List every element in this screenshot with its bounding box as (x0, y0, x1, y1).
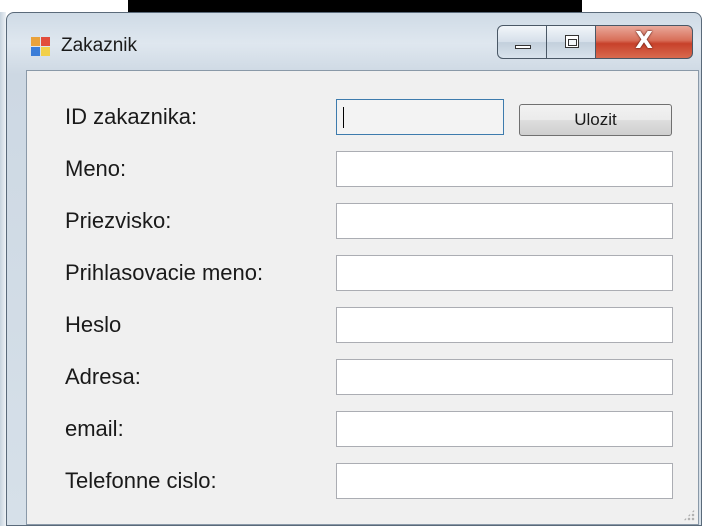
app-form-icon[interactable] (31, 37, 51, 57)
minimize-icon (515, 45, 531, 49)
heslo-field[interactable] (336, 307, 673, 343)
priezvisko-field[interactable] (336, 203, 673, 239)
prihlasovacie-meno-field[interactable] (336, 255, 673, 291)
window-title: Zakaznik (61, 35, 138, 56)
meno-label: Meno: (65, 156, 127, 181)
id-zakaznika-label: ID zakaznika: (65, 104, 198, 129)
minimize-button[interactable] (497, 25, 547, 59)
maximize-button[interactable] (546, 25, 596, 59)
resize-grip-icon[interactable] (683, 509, 695, 521)
email-label: email: (65, 416, 124, 441)
priezvisko-label: Priezvisko: (65, 208, 172, 233)
adresa-field[interactable] (336, 359, 673, 395)
maximize-icon (565, 35, 579, 48)
ulozit-button[interactable]: Ulozit (519, 104, 672, 136)
close-button[interactable]: X (595, 25, 693, 59)
telefonne-cislo-field[interactable] (336, 463, 673, 499)
id-zakaznika-field[interactable] (336, 99, 504, 135)
email-field[interactable] (336, 411, 673, 447)
prihlasovacie-meno-label: Prihlasovacie meno: (65, 260, 264, 285)
meno-field[interactable] (336, 151, 673, 187)
text-caret (343, 107, 344, 128)
adresa-label: Adresa: (65, 364, 141, 389)
title-bar[interactable]: Zakaznik X (7, 13, 701, 71)
caption-buttons: X (497, 25, 697, 63)
close-icon: X (635, 28, 653, 54)
form-client-area: ID zakaznika: Ulozit Meno: Priezvisko: P… (26, 70, 699, 525)
zakaznik-window: Zakaznik X ID zakaznika: Ulozit Meno: Pr… (6, 12, 702, 526)
heslo-label: Heslo (65, 312, 122, 337)
telefonne-cislo-label: Telefonne cislo: (65, 468, 217, 493)
